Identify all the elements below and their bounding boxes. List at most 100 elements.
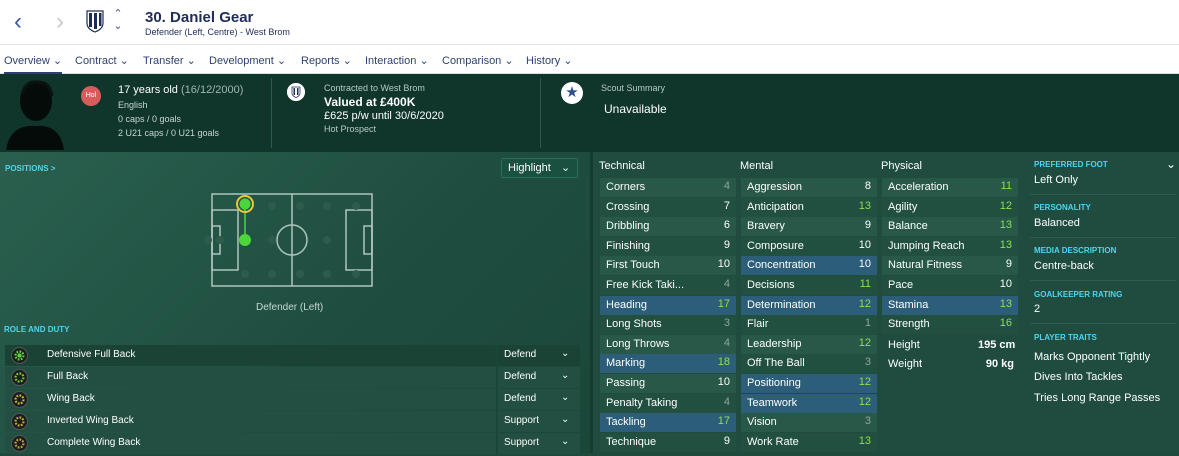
player-switcher[interactable]: ⌃ ⌄ xyxy=(112,8,124,36)
attribute-row: Long Shots 3 xyxy=(600,315,736,335)
attribute-row: Aggression 8 xyxy=(741,178,877,197)
attribute-value: 18 xyxy=(717,356,730,369)
duty-dropdown[interactable]: Support ⌄ xyxy=(496,433,580,454)
role-row-full-back[interactable]: Full Back Defend ⌄ xyxy=(5,367,580,388)
attribute-row: Bravery 9 xyxy=(741,217,877,237)
chevron-down-icon: ⌄ xyxy=(276,55,287,67)
attribute-row: Tackling 17 xyxy=(600,413,736,433)
attribute-row: Acceleration 11 xyxy=(882,178,1018,197)
attribute-name: Composure xyxy=(747,239,804,252)
back-arrow-icon[interactable]: ‹ xyxy=(14,10,22,34)
attribute-value: 6 xyxy=(723,219,730,232)
role-row-wing-back[interactable]: Wing Back Defend ⌄ xyxy=(5,389,580,410)
attribute-row: Stamina 13 xyxy=(882,295,1018,315)
attribute-name: Dribbling xyxy=(606,220,650,233)
chevron-down-icon[interactable]: ⌄ xyxy=(1166,157,1176,171)
duty-dropdown[interactable]: Support ⌄ xyxy=(496,411,580,432)
tab-contract[interactable]: Contract ⌄ xyxy=(75,54,129,67)
tab-comparison[interactable]: Comparison ⌄ xyxy=(442,54,514,67)
attribute-row: Finishing 9 xyxy=(600,236,736,256)
player-value: Valued at £400K xyxy=(324,95,416,109)
player-position-club: Defender (Left, Centre) - West Brom xyxy=(145,27,290,37)
tab-interaction[interactable]: Interaction ⌄ xyxy=(365,54,429,67)
attribute-row: Positioning 12 xyxy=(741,374,877,393)
role-row-defensive-full-back[interactable]: Defensive Full Back Defend ⌄ xyxy=(5,345,580,366)
tab-reports[interactable]: Reports ⌄ xyxy=(301,54,352,67)
attribute-name: Heading xyxy=(606,298,647,311)
attribute-row: First Touch 10 xyxy=(600,256,736,276)
duty-dropdown[interactable]: Defend ⌄ xyxy=(496,367,580,388)
role-and-duty-label: ROLE AND DUTY xyxy=(4,325,70,334)
attribute-value: 3 xyxy=(723,317,730,330)
title-bar: ‹ › ⌃ ⌄ 30. Daniel Gear Defender (Left, … xyxy=(0,0,1179,45)
attribute-row: Agility 12 xyxy=(882,197,1018,217)
role-rating-icon xyxy=(11,391,28,408)
attribute-row: Passing 10 xyxy=(600,374,736,393)
attribute-value: 4 xyxy=(723,336,730,349)
attribute-name: Tackling xyxy=(606,416,646,429)
chevron-down-icon[interactable]: ⌄ xyxy=(112,20,124,32)
attribute-value: 17 xyxy=(717,297,730,310)
age-dob: 17 years old (16/12/2000) xyxy=(118,84,244,96)
attribute-value: 12 xyxy=(858,297,871,310)
attribute-row: Composure 10 xyxy=(741,236,877,256)
positions-link[interactable]: POSITIONS > xyxy=(5,164,55,173)
role-rating-icon xyxy=(11,369,28,386)
scout-summary-value: Unavailable xyxy=(604,102,667,116)
attribute-name: Concentration xyxy=(747,259,816,272)
duty-dropdown[interactable]: Defend ⌄ xyxy=(496,389,580,410)
attribute-name: Agility xyxy=(888,200,918,213)
attribute-row: Flair 1 xyxy=(741,315,877,335)
role-row-complete-wing-back[interactable]: Complete Wing Back Support ⌄ xyxy=(5,433,580,454)
chevron-up-icon[interactable]: ⌃ xyxy=(112,8,124,20)
attribute-name: Natural Fitness xyxy=(888,259,962,272)
attribute-name: Work Rate xyxy=(747,435,799,448)
height-value: 195 cm xyxy=(978,339,1016,351)
player-traits-label: PLAYER TRAITS xyxy=(1034,333,1097,342)
attribute-row: Penalty Taking 4 xyxy=(600,393,736,413)
forward-arrow-icon[interactable]: › xyxy=(56,10,64,34)
attribute-value: 13 xyxy=(999,219,1012,232)
attribute-name: Determination xyxy=(747,298,816,311)
technical-header: Technical xyxy=(599,160,645,172)
chevron-down-icon: ⌄ xyxy=(561,414,570,425)
attribute-value: 10 xyxy=(717,258,730,271)
attribute-name: Off The Ball xyxy=(747,357,805,370)
attribute-row: Free Kick Taki... 4 xyxy=(600,276,736,295)
attribute-value: 12 xyxy=(858,336,871,349)
attribute-name: Long Shots xyxy=(606,318,662,331)
attribute-value: 11 xyxy=(1000,180,1012,192)
tab-history[interactable]: History ⌄ xyxy=(526,54,573,67)
attribute-value: 7 xyxy=(723,199,730,212)
attribute-name: Strength xyxy=(888,318,930,331)
attribute-value: 16 xyxy=(999,317,1012,330)
attribute-name: Crossing xyxy=(606,200,650,213)
tab-transfer[interactable]: Transfer ⌄ xyxy=(143,54,196,67)
role-rating-icon xyxy=(11,435,28,452)
attribute-name: Balance xyxy=(888,220,928,233)
attribute-row: Vision 3 xyxy=(741,413,877,433)
highlight-dropdown[interactable]: Highlight ⌄ xyxy=(501,158,578,178)
contract-club-crest-icon xyxy=(287,83,305,101)
attribute-name: Pace xyxy=(888,279,914,291)
duty-dropdown[interactable]: Defend ⌄ xyxy=(496,345,580,366)
role-row-inverted-wing-back[interactable]: Inverted Wing Back Support ⌄ xyxy=(5,411,580,432)
attribute-value: 9 xyxy=(723,238,730,251)
attribute-value: 12 xyxy=(999,199,1012,212)
tab-development[interactable]: Development ⌄ xyxy=(209,54,286,67)
chevron-down-icon: ⌄ xyxy=(419,55,429,67)
media-description-value: Centre-back xyxy=(1034,260,1094,272)
attribute-name: Teamwork xyxy=(747,396,798,409)
pitch-diagram xyxy=(204,193,373,287)
attribute-value: 11 xyxy=(859,278,871,290)
attribute-name: Anticipation xyxy=(747,200,804,213)
attribute-row: Teamwork 12 xyxy=(741,393,877,413)
chevron-down-icon: ⌄ xyxy=(342,55,352,67)
physical-header: Physical xyxy=(881,160,922,172)
chevron-down-icon: ⌄ xyxy=(52,55,63,67)
attribute-row: Corners 4 xyxy=(600,178,736,197)
attribute-name: Marking xyxy=(606,357,646,370)
tab-overview[interactable]: Overview ⌄ xyxy=(4,54,63,74)
height-label: Height xyxy=(888,339,920,351)
attribute-value: 10 xyxy=(999,278,1012,290)
